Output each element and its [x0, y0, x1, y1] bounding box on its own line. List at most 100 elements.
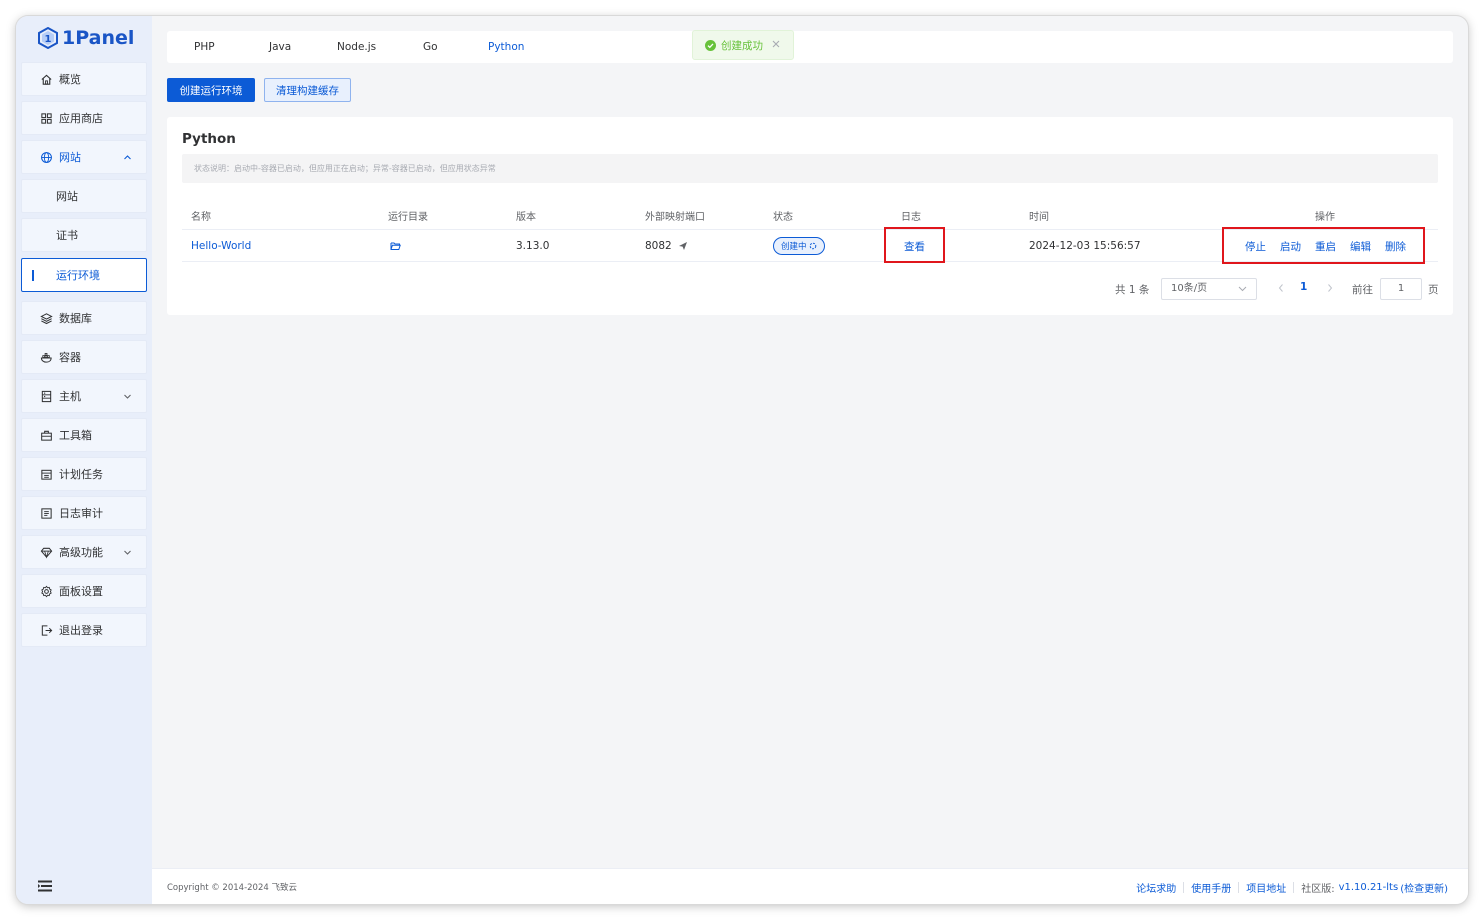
- sidebar-item-label: 高级功能: [59, 546, 103, 559]
- run-directory-cell: [390, 238, 401, 254]
- sidebar-item-label: 应用商店: [59, 112, 103, 125]
- sidebar-item-log-audit[interactable]: 日志审计: [21, 496, 147, 530]
- logo-icon: 1: [38, 27, 58, 49]
- manual-link[interactable]: 使用手册: [1191, 880, 1231, 895]
- sidebar-item-overview[interactable]: 概览: [21, 62, 147, 96]
- port-cell: 8082: [645, 238, 688, 254]
- column-header-actions: 操作: [1315, 212, 1335, 223]
- chevron-down-icon: [124, 550, 131, 555]
- column-header-version: 版本: [516, 212, 536, 223]
- log-icon: [39, 506, 53, 520]
- sidebar-item-runtime[interactable]: 运行环境: [21, 258, 147, 292]
- version-link[interactable]: v1.10.21-lts: [1339, 882, 1399, 893]
- pagination-total: 共 1 条: [1115, 284, 1150, 296]
- svg-text:1: 1: [45, 34, 52, 45]
- sidebar-item-label: 工具箱: [59, 429, 92, 442]
- status-notice: 状态说明：启动中-容器已启动，但应用正在启动；异常-容器已启动，但应用状态异常: [182, 154, 1438, 183]
- column-header-status: 状态: [773, 212, 793, 223]
- edition-label: 社区版:: [1301, 884, 1335, 895]
- check-update-link[interactable]: (检查更新): [1400, 880, 1448, 895]
- page-suffix: 页: [1428, 284, 1439, 296]
- sidebar-item-label: 运行环境: [56, 269, 100, 282]
- sidebar-item-label: 概览: [59, 73, 81, 86]
- prev-page-icon[interactable]: [1277, 283, 1285, 293]
- tab-nodejs[interactable]: Node.js: [337, 31, 376, 63]
- layers-icon: [39, 311, 53, 325]
- column-header-log: 日志: [901, 212, 921, 223]
- runtime-name-link[interactable]: Hello-World: [191, 238, 251, 254]
- goto-page-input[interactable]: 1: [1380, 278, 1422, 300]
- sidebar-item-database[interactable]: 数据库: [21, 301, 147, 335]
- tab-java[interactable]: Java: [269, 31, 291, 63]
- create-runtime-button[interactable]: 创建运行环境: [167, 78, 255, 102]
- sidebar: 1 1Panel 概览 应用商店 网站 网站 证书 运行环境 数据库 容器 主机…: [16, 16, 152, 904]
- sidebar-item-label: 计划任务: [59, 468, 103, 481]
- footer-divider: [1183, 882, 1185, 893]
- goto-label: 前往: [1352, 284, 1373, 296]
- tab-go[interactable]: Go: [423, 31, 438, 63]
- runtime-tabs: PHP Java Node.js Go Python: [167, 31, 1453, 63]
- gear-icon: [39, 584, 53, 598]
- runtime-card: Python 状态说明：启动中-容器已启动，但应用正在启动；异常-容器已启动，但…: [167, 117, 1453, 315]
- card-title: Python: [182, 131, 236, 147]
- grid-icon: [39, 111, 53, 125]
- highlight-box-log: [884, 227, 945, 263]
- sidebar-item-website[interactable]: 网站: [21, 140, 147, 174]
- server-icon: [39, 389, 53, 403]
- sidebar-item-websites[interactable]: 网站: [21, 179, 147, 213]
- chevron-down-icon: [124, 394, 131, 399]
- sidebar-item-label: 数据库: [59, 312, 92, 325]
- sidebar-item-advanced[interactable]: 高级功能: [21, 535, 147, 569]
- sidebar-item-logout[interactable]: 退出登录: [21, 613, 147, 647]
- clear-build-cache-button[interactable]: 清理构建缓存: [264, 78, 351, 102]
- sidebar-item-label: 面板设置: [59, 585, 103, 598]
- copyright-text: Copyright © 2014-2024 飞致云: [167, 883, 297, 893]
- sidebar-item-settings[interactable]: 面板设置: [21, 574, 147, 608]
- sidebar-item-cron[interactable]: 计划任务: [21, 457, 147, 491]
- time-cell: 2024-12-03 15:56:57: [1029, 240, 1141, 252]
- success-check-icon: [705, 39, 716, 51]
- footer: Copyright © 2014-2024 飞致云 论坛求助 使用手册 项目地址…: [152, 868, 1468, 904]
- page-size-select[interactable]: 10条/页: [1161, 278, 1257, 300]
- column-header-name: 名称: [191, 212, 211, 223]
- sidebar-item-certificates[interactable]: 证书: [21, 218, 147, 252]
- footer-divider: [1238, 882, 1240, 893]
- sidebar-item-label: 网站: [59, 151, 81, 164]
- status-text: 创建中: [781, 242, 807, 252]
- status-badge: 创建中: [773, 237, 825, 255]
- menu-collapse-icon[interactable]: [38, 880, 52, 892]
- sidebar-item-host[interactable]: 主机: [21, 379, 147, 413]
- port-value: 8082: [645, 240, 672, 252]
- send-icon[interactable]: [678, 241, 688, 251]
- sidebar-item-toolbox[interactable]: 工具箱: [21, 418, 147, 452]
- loading-icon: [809, 242, 816, 250]
- next-page-icon[interactable]: [1326, 283, 1334, 293]
- sidebar-item-label: 证书: [56, 229, 78, 242]
- page-number-current[interactable]: 1: [1300, 281, 1307, 293]
- project-link[interactable]: 项目地址: [1246, 880, 1286, 895]
- home-icon: [39, 72, 53, 86]
- tab-python[interactable]: Python: [488, 31, 524, 63]
- sidebar-item-label: 日志审计: [59, 507, 103, 520]
- calendar-icon: [39, 467, 53, 481]
- sidebar-item-container[interactable]: 容器: [21, 340, 147, 374]
- footer-links: 论坛求助 使用手册 项目地址 社区版: v1.10.21-lts (检查更新): [1136, 880, 1448, 895]
- forum-link[interactable]: 论坛求助: [1136, 880, 1176, 895]
- version-cell: 3.13.0: [516, 240, 550, 252]
- sidebar-item-label: 网站: [56, 190, 78, 203]
- chevron-up-icon: [124, 155, 131, 160]
- globe-icon: [39, 150, 53, 164]
- logo: 1 1Panel: [38, 26, 134, 50]
- sidebar-item-label: 退出登录: [59, 624, 103, 637]
- chevron-down-icon: [1238, 286, 1247, 292]
- column-header-time: 时间: [1029, 212, 1049, 223]
- sidebar-item-label: 主机: [59, 390, 81, 403]
- column-header-directory: 运行目录: [388, 212, 428, 223]
- close-icon[interactable]: [771, 39, 781, 49]
- app-window: 1 1Panel 概览 应用商店 网站 网站 证书 运行环境 数据库 容器 主机…: [16, 16, 1468, 904]
- sidebar-item-app-store[interactable]: 应用商店: [21, 101, 147, 135]
- tab-php[interactable]: PHP: [194, 31, 215, 63]
- success-toast: 创建成功: [692, 30, 794, 60]
- toast-message: 创建成功: [721, 39, 763, 52]
- folder-open-icon[interactable]: [390, 241, 401, 251]
